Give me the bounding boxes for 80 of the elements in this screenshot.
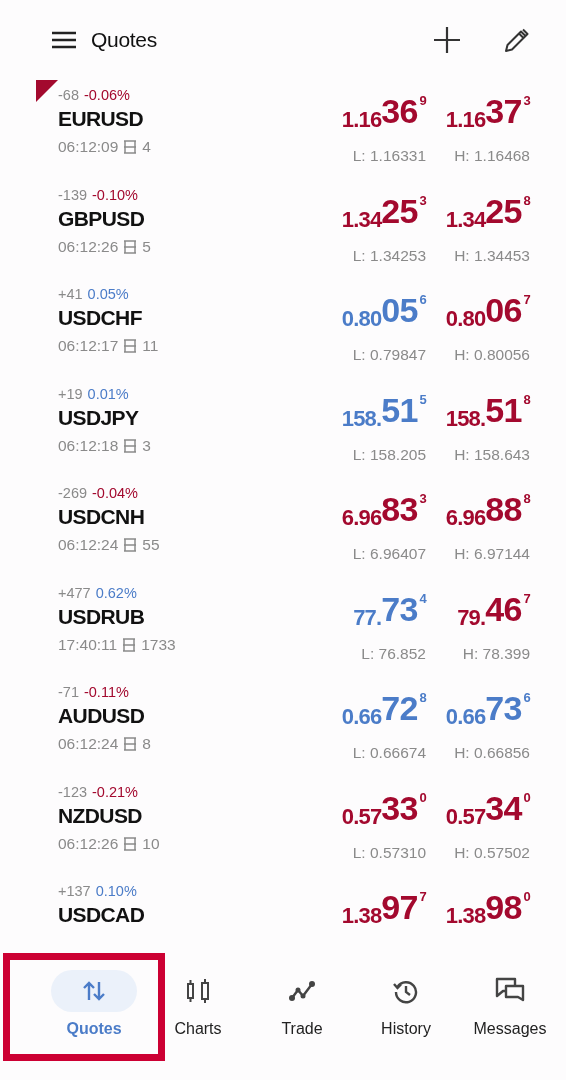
change-percent: 0.62%	[95, 584, 137, 601]
change-points: -123	[58, 783, 88, 800]
quote-time: 06:12:24	[58, 735, 119, 753]
symbol-name: USDJPY	[58, 405, 139, 430]
low-price: L: 1.16331	[351, 147, 426, 166]
high-price: H: 0.66856	[453, 744, 530, 763]
quote-time: 06:12:18	[58, 436, 119, 455]
change-percent: 0.05%	[87, 286, 129, 302]
history-icon	[393, 978, 419, 1004]
change-points: +477	[58, 584, 91, 601]
spread-icon	[123, 538, 138, 552]
spread-icon	[122, 637, 137, 652]
menu-icon[interactable]	[52, 31, 76, 49]
nav-tab[interactable]: Messages	[458, 970, 562, 1074]
change-points: +41	[58, 286, 83, 302]
high-price: H: 0.57502	[453, 843, 530, 862]
change-points: -139	[58, 186, 88, 203]
low-price: L: 76.852	[360, 644, 426, 663]
line-chart-icon	[288, 980, 316, 1002]
low-price: L: 6.96407	[351, 545, 426, 564]
up-down-arrows-icon	[82, 980, 106, 1002]
spread-value: 11	[142, 337, 159, 355]
quote-time: 06:12:26	[58, 237, 119, 256]
high-price: H: 1.34453	[453, 246, 530, 265]
change-points: -71	[58, 684, 79, 700]
change-percent: 0.01%	[87, 385, 129, 402]
change-percent: -0.06%	[83, 87, 130, 103]
high-price: H: 6.97144	[453, 545, 530, 564]
nav-tab[interactable]: Charts	[146, 970, 250, 1074]
quote-time: 06:12:24	[58, 536, 119, 554]
high-price: H: 1.16468	[453, 147, 530, 166]
spread-icon	[123, 836, 138, 851]
spread-value: 1733	[141, 635, 176, 654]
nav-tab[interactable]: Quotes	[42, 970, 146, 1074]
symbol-name: GBPUSD	[58, 206, 145, 231]
change-percent: -0.21%	[92, 783, 138, 800]
change-points: +19	[58, 385, 83, 402]
change-points: -269	[58, 485, 88, 501]
quote-time: 06:12:26	[58, 834, 119, 853]
symbol-name: USDCAD	[58, 903, 145, 927]
change-percent: -0.11%	[83, 684, 129, 700]
symbol-name: NZDUSD	[58, 803, 142, 828]
low-price: L: 158.205	[351, 445, 426, 464]
low-price: L: 0.79847	[351, 346, 426, 365]
change-points: +137	[58, 883, 91, 899]
high-price: H: 158.643	[453, 445, 530, 464]
pencil-icon[interactable]	[504, 27, 530, 53]
change-points: -68	[58, 87, 79, 103]
low-price: L: 1.34253	[351, 246, 426, 265]
high-price: H: 78.399	[461, 644, 530, 663]
spread-icon	[123, 339, 138, 353]
spread-value: 5	[142, 237, 151, 256]
spread-value: 55	[142, 536, 160, 554]
quote-time: 17:40:11	[58, 635, 118, 654]
symbol-name: USDRUB	[58, 604, 145, 629]
high-price: H: 0.80056	[453, 346, 530, 365]
change-percent: -0.04%	[92, 485, 138, 501]
change-percent: 0.10%	[95, 883, 137, 899]
spread-icon	[123, 140, 138, 154]
symbol-name: AUDUSD	[58, 704, 145, 728]
quote-time: 06:12:17	[58, 337, 119, 355]
spread-icon	[123, 239, 138, 254]
spread-icon	[123, 438, 138, 453]
spread-value: 4	[142, 138, 151, 156]
spread-icon	[123, 737, 138, 751]
nav-tab[interactable]: History	[354, 970, 458, 1074]
symbol-name: USDCNH	[58, 505, 145, 529]
change-percent: -0.10%	[92, 186, 138, 203]
plus-icon[interactable]	[434, 27, 460, 53]
spread-value: 3	[142, 436, 151, 455]
low-price: L: 0.57310	[351, 843, 426, 862]
screen-title: Quotes	[91, 28, 158, 52]
low-price: L: 0.66674	[351, 744, 426, 763]
candlestick-icon	[186, 978, 210, 1004]
symbol-name: USDCHF	[58, 306, 142, 330]
spread-value: 8	[142, 735, 151, 753]
nav-tab[interactable]: Trade	[250, 970, 354, 1074]
symbol-name: EURUSD	[58, 107, 144, 131]
spread-value: 10	[142, 834, 160, 853]
quote-time: 06:12:09	[58, 138, 119, 156]
